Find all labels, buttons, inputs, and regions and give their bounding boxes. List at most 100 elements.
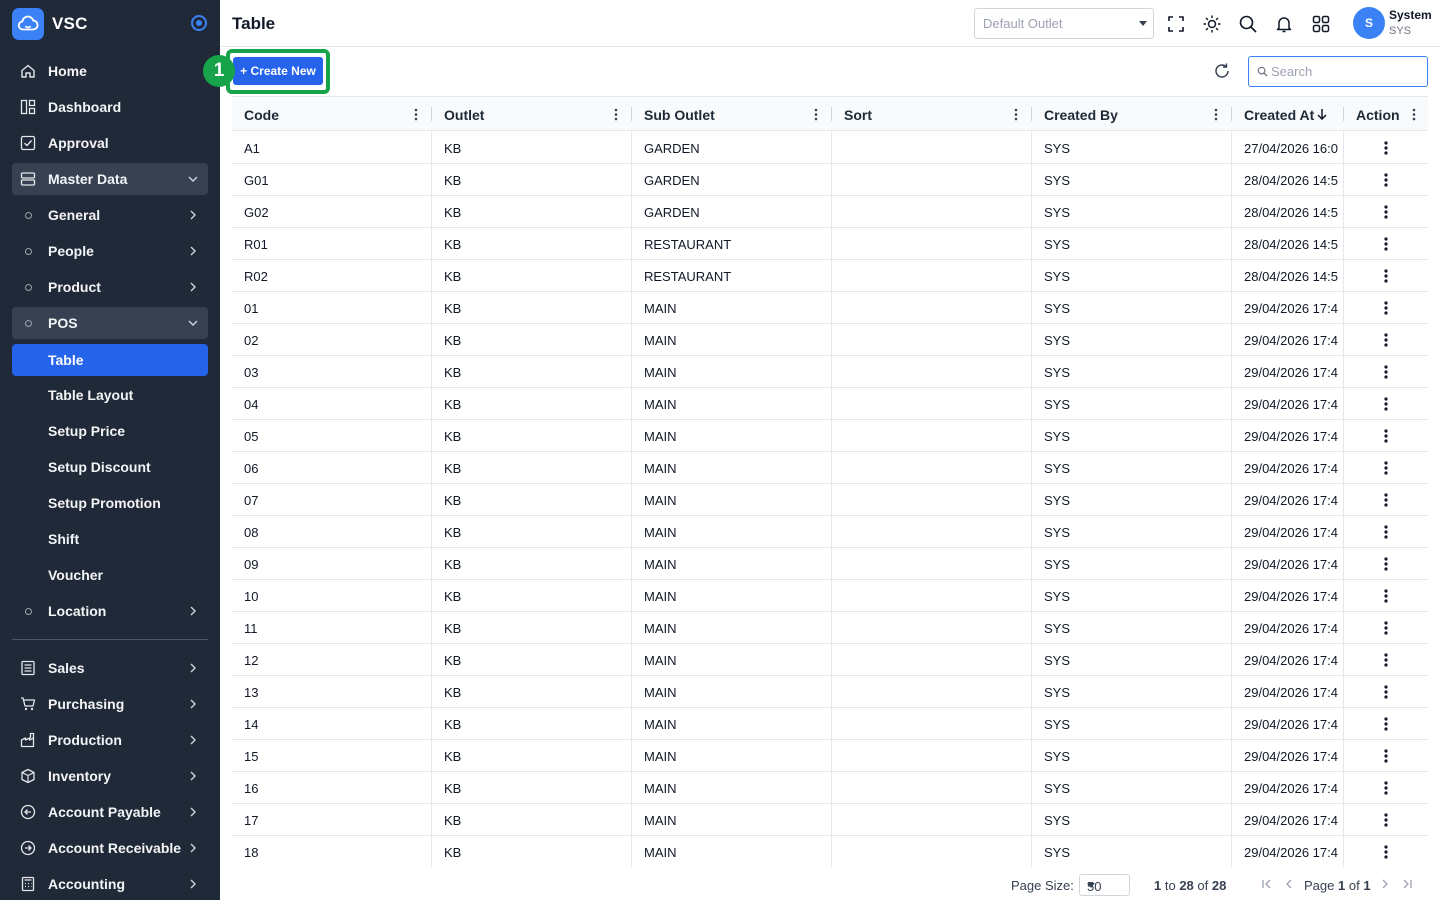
row-actions-kebab-icon[interactable] — [1384, 301, 1388, 315]
table-row[interactable]: 11 KB MAIN SYS 29/04/2026 17:4 — [232, 612, 1428, 644]
row-actions-kebab-icon[interactable] — [1384, 781, 1388, 795]
column-header-code[interactable]: Code — [232, 97, 432, 131]
sidebar-item-account-payable[interactable]: Account Payable — [12, 796, 208, 828]
column-header-created-by[interactable]: Created By — [1032, 97, 1232, 131]
row-actions-kebab-icon[interactable] — [1384, 557, 1388, 571]
sidebar-item-table-layout[interactable]: Table Layout — [12, 379, 208, 411]
page-size-select[interactable]: 50 — [1079, 874, 1130, 896]
table-row[interactable]: 01 KB MAIN SYS 29/04/2026 17:4 — [232, 292, 1428, 324]
sidebar-item-product[interactable]: Product — [12, 271, 208, 303]
table-row[interactable]: G02 KB GARDEN SYS 28/04/2026 14:5 — [232, 196, 1428, 228]
previous-page-icon[interactable] — [1283, 878, 1295, 890]
row-actions-kebab-icon[interactable] — [1384, 237, 1388, 251]
table-row[interactable]: 02 KB MAIN SYS 29/04/2026 17:4 — [232, 324, 1428, 356]
row-actions-kebab-icon[interactable] — [1384, 461, 1388, 475]
first-page-icon[interactable] — [1261, 878, 1273, 890]
table-row[interactable]: 18 KB MAIN SYS 29/04/2026 17:4 — [232, 836, 1428, 867]
table-row[interactable]: 17 KB MAIN SYS 29/04/2026 17:4 — [232, 804, 1428, 836]
table-row[interactable]: 04 KB MAIN SYS 29/04/2026 17:4 — [232, 388, 1428, 420]
row-actions-kebab-icon[interactable] — [1384, 845, 1388, 859]
next-page-icon[interactable] — [1379, 878, 1391, 890]
sidebar-item-shift[interactable]: Shift — [12, 523, 208, 555]
row-actions-kebab-icon[interactable] — [1384, 749, 1388, 763]
sidebar-item-general[interactable]: General — [12, 199, 208, 231]
column-menu-icon[interactable] — [1412, 108, 1416, 121]
sidebar-item-production[interactable]: Production — [12, 724, 208, 756]
row-actions-kebab-icon[interactable] — [1384, 173, 1388, 187]
table-row[interactable]: 16 KB MAIN SYS 29/04/2026 17:4 — [232, 772, 1428, 804]
table-row[interactable]: 03 KB MAIN SYS 29/04/2026 17:4 — [232, 356, 1428, 388]
fullscreen-icon[interactable] — [1166, 14, 1186, 34]
row-actions-kebab-icon[interactable] — [1384, 141, 1388, 155]
create-new-button[interactable]: + Create New — [233, 57, 323, 85]
row-actions-kebab-icon[interactable] — [1384, 813, 1388, 827]
row-actions-kebab-icon[interactable] — [1384, 269, 1388, 283]
sidebar-item-table[interactable]: Table — [12, 344, 208, 376]
table-row[interactable]: A1 KB GARDEN SYS 27/04/2026 16:0 — [232, 132, 1428, 164]
sidebar-item-sales[interactable]: Sales — [12, 652, 208, 684]
column-menu-icon[interactable] — [414, 108, 418, 121]
search-icon[interactable] — [1238, 14, 1258, 34]
row-actions-kebab-icon[interactable] — [1384, 397, 1388, 411]
search-field[interactable] — [1248, 56, 1428, 87]
outlet-select[interactable]: Default Outlet — [974, 8, 1154, 39]
sidebar-item-account-receivable[interactable]: Account Receivable — [12, 832, 208, 864]
sidebar-item-accounting[interactable]: Accounting — [12, 868, 208, 900]
row-actions-kebab-icon[interactable] — [1384, 205, 1388, 219]
sidebar-item-setup-discount[interactable]: Setup Discount — [12, 451, 208, 483]
row-actions-kebab-icon[interactable] — [1384, 365, 1388, 379]
sidebar-item-home[interactable]: Home — [12, 55, 208, 87]
row-actions-kebab-icon[interactable] — [1384, 621, 1388, 635]
refresh-icon[interactable] — [1213, 62, 1231, 80]
column-header-sub-outlet[interactable]: Sub Outlet — [632, 97, 832, 131]
sidebar-item-setup-promotion[interactable]: Setup Promotion — [12, 487, 208, 519]
column-menu-icon[interactable] — [614, 108, 618, 121]
cell-text: KB — [444, 301, 462, 316]
search-input[interactable] — [1271, 62, 1421, 80]
table-row[interactable]: R01 KB RESTAURANT SYS 28/04/2026 14:5 — [232, 228, 1428, 260]
table-row[interactable]: G01 KB GARDEN SYS 28/04/2026 14:5 — [232, 164, 1428, 196]
sidebar-item-people[interactable]: People — [12, 235, 208, 267]
sidebar-toggle-icon[interactable] — [191, 15, 207, 31]
row-actions-kebab-icon[interactable] — [1384, 429, 1388, 443]
table-row[interactable]: 08 KB MAIN SYS 29/04/2026 17:4 — [232, 516, 1428, 548]
table-row[interactable]: 09 KB MAIN SYS 29/04/2026 17:4 — [232, 548, 1428, 580]
table-row[interactable]: 12 KB MAIN SYS 29/04/2026 17:4 — [232, 644, 1428, 676]
table-row[interactable]: R02 KB RESTAURANT SYS 28/04/2026 14:5 — [232, 260, 1428, 292]
table-row[interactable]: 06 KB MAIN SYS 29/04/2026 17:4 — [232, 452, 1428, 484]
table-row[interactable]: 15 KB MAIN SYS 29/04/2026 17:4 — [232, 740, 1428, 772]
avatar[interactable]: S — [1353, 7, 1385, 39]
row-actions-kebab-icon[interactable] — [1384, 333, 1388, 347]
sidebar-item-approval[interactable]: Approval — [12, 127, 208, 159]
sidebar-item-dashboard[interactable]: Dashboard — [12, 91, 208, 123]
apps-grid-icon[interactable] — [1311, 14, 1331, 34]
column-header-action[interactable]: Action — [1344, 97, 1428, 131]
table-row[interactable]: 05 KB MAIN SYS 29/04/2026 17:4 — [232, 420, 1428, 452]
sidebar-item-setup-price[interactable]: Setup Price — [12, 415, 208, 447]
row-actions-kebab-icon[interactable] — [1384, 589, 1388, 603]
column-header-outlet[interactable]: Outlet — [432, 97, 632, 131]
sidebar-item-pos[interactable]: POS — [12, 307, 208, 339]
row-actions-kebab-icon[interactable] — [1384, 685, 1388, 699]
row-actions-kebab-icon[interactable] — [1384, 525, 1388, 539]
bell-icon[interactable] — [1274, 14, 1294, 34]
column-header-sort[interactable]: Sort — [832, 97, 1032, 131]
table-row[interactable]: 10 KB MAIN SYS 29/04/2026 17:4 — [232, 580, 1428, 612]
sidebar-item-master-data[interactable]: Master Data — [12, 163, 208, 195]
table-row[interactable]: 07 KB MAIN SYS 29/04/2026 17:4 — [232, 484, 1428, 516]
last-page-icon[interactable] — [1401, 878, 1413, 890]
sidebar-item-purchasing[interactable]: Purchasing — [12, 688, 208, 720]
sidebar-item-voucher[interactable]: Voucher — [12, 559, 208, 591]
column-menu-icon[interactable] — [814, 108, 818, 121]
sidebar-item-inventory[interactable]: Inventory — [12, 760, 208, 792]
table-row[interactable]: 13 KB MAIN SYS 29/04/2026 17:4 — [232, 676, 1428, 708]
sun-icon[interactable] — [1202, 14, 1222, 34]
table-row[interactable]: 14 KB MAIN SYS 29/04/2026 17:4 — [232, 708, 1428, 740]
row-actions-kebab-icon[interactable] — [1384, 653, 1388, 667]
sidebar-item-location[interactable]: Location — [12, 595, 208, 627]
column-menu-icon[interactable] — [1214, 108, 1218, 121]
column-menu-icon[interactable] — [1014, 108, 1018, 121]
row-actions-kebab-icon[interactable] — [1384, 493, 1388, 507]
row-actions-kebab-icon[interactable] — [1384, 717, 1388, 731]
column-header-created-at[interactable]: Created At — [1232, 97, 1344, 131]
